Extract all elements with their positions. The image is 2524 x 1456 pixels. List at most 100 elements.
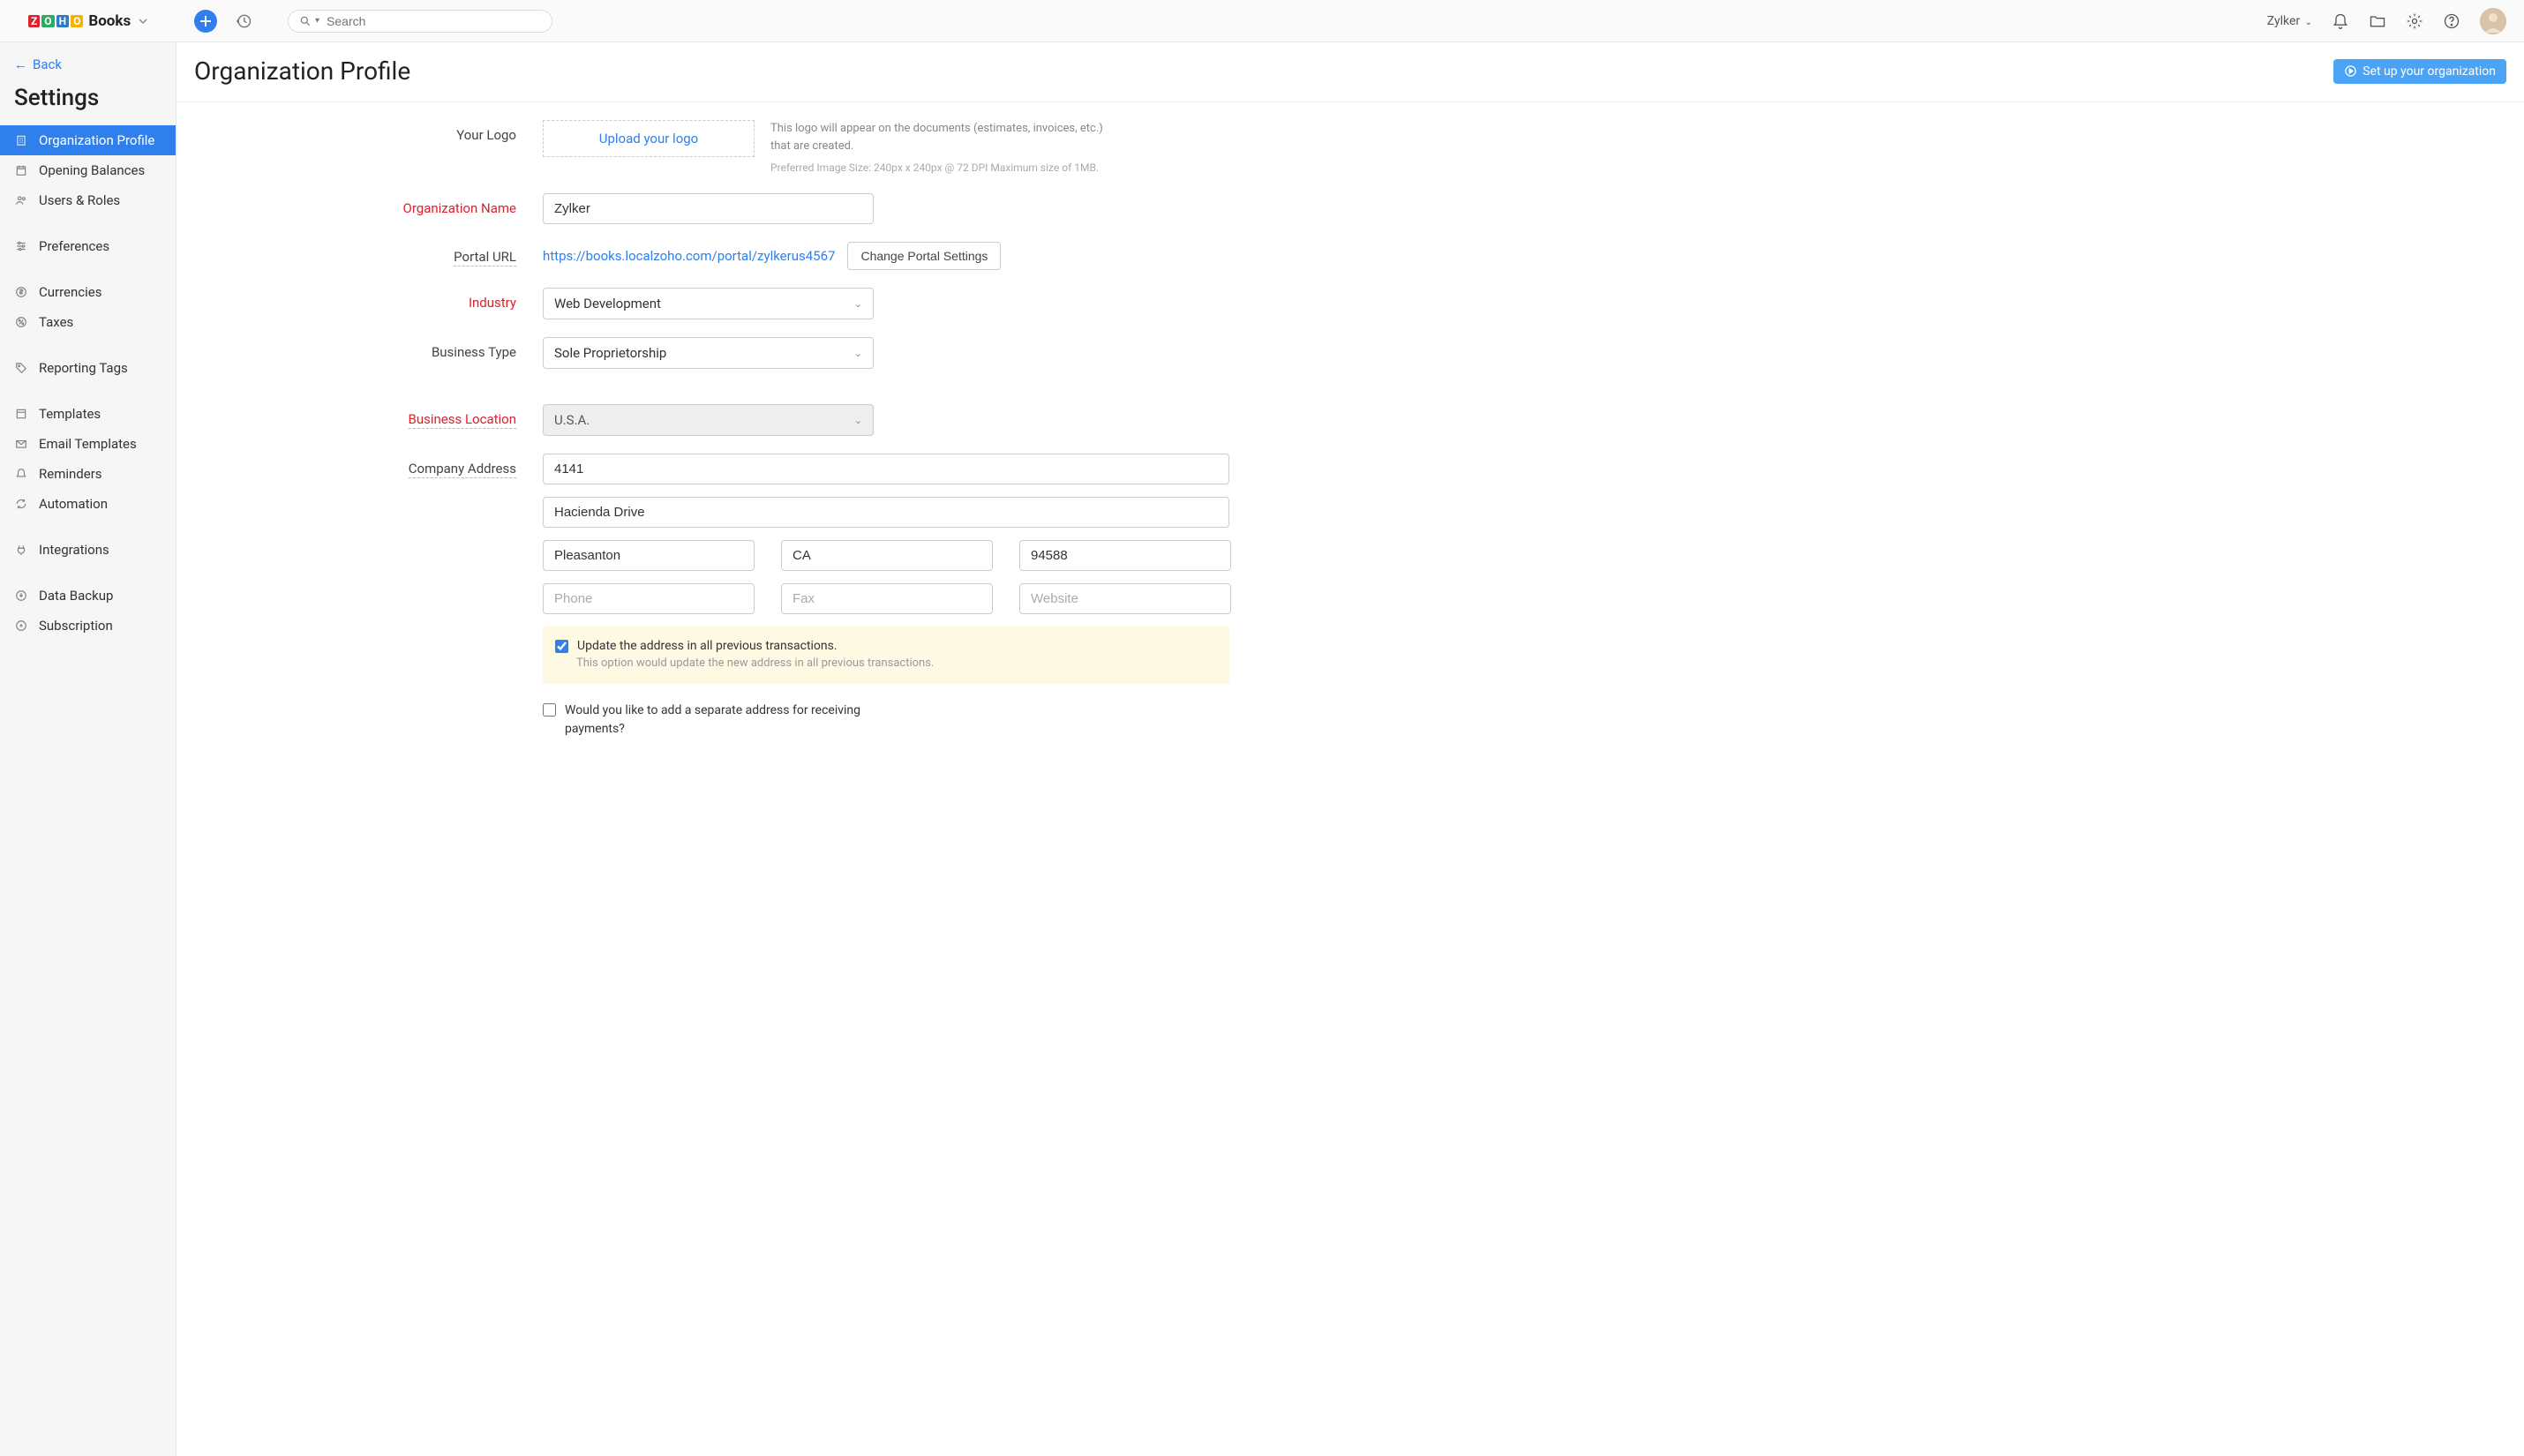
- sidebar-item-data-backup[interactable]: Data Backup: [0, 581, 176, 611]
- address-line1-input[interactable]: [543, 454, 1229, 484]
- sidebar-item-subscription[interactable]: Subscription: [0, 611, 176, 641]
- sidebar-item-users-roles[interactable]: Users & Roles: [0, 185, 176, 215]
- chevron-down-icon: ⌄: [854, 348, 862, 359]
- portal-url-link[interactable]: https://books.localzoho.com/portal/zylke…: [543, 248, 835, 264]
- sidebar-label: Opening Balances: [39, 162, 145, 178]
- bell-icon: [14, 468, 28, 480]
- brand-area[interactable]: Z O H O Books: [0, 12, 177, 30]
- brand-caret-icon[interactable]: [138, 16, 148, 26]
- industry-select[interactable]: Web Development ⌄: [543, 288, 874, 319]
- logo-h: H: [56, 15, 69, 27]
- sidebar-label: Taxes: [39, 314, 73, 330]
- search-scope-caret-icon[interactable]: ▾: [315, 16, 319, 26]
- org-profile-form: Your Logo Upload your logo This logo wil…: [177, 102, 1253, 774]
- plug-icon: [14, 544, 28, 556]
- top-header: Z O H O Books ▾ Zylker ⌄: [0, 0, 2524, 42]
- row-org-name: Organization Name: [194, 193, 1236, 224]
- sidebar-item-preferences[interactable]: Preferences: [0, 231, 176, 261]
- header-center: ▾: [177, 10, 552, 33]
- sidebar-item-reporting-tags[interactable]: Reporting Tags: [0, 353, 176, 383]
- row-portal-url: Portal URL https://books.localzoho.com/p…: [194, 242, 1236, 270]
- sidebar-label: Templates: [39, 406, 101, 422]
- zoho-books-logo[interactable]: Z O H O Books: [28, 12, 148, 30]
- sidebar-item-reminders[interactable]: Reminders: [0, 459, 176, 489]
- change-portal-settings-button[interactable]: Change Portal Settings: [847, 242, 1001, 270]
- upload-logo-button[interactable]: Upload your logo: [543, 120, 755, 157]
- header-right: Zylker ⌄: [2267, 8, 2524, 34]
- mail-icon: [14, 438, 28, 450]
- row-business-type: Business Type Sole Proprietorship ⌄: [194, 337, 1236, 369]
- refresh-icon: [14, 498, 28, 510]
- city-input[interactable]: [543, 540, 755, 571]
- quick-add-button[interactable]: [194, 10, 217, 33]
- label-company-address: Company Address: [194, 454, 543, 478]
- update-address-text: Update the address in all previous trans…: [577, 639, 838, 653]
- fax-input[interactable]: [781, 583, 993, 614]
- sidebar-item-taxes[interactable]: Taxes: [0, 307, 176, 337]
- separate-address-text: Would you like to add a separate address…: [565, 702, 918, 739]
- state-input[interactable]: [781, 540, 993, 571]
- org-name-input[interactable]: [543, 193, 874, 224]
- sidebar-label: Reporting Tags: [39, 360, 128, 376]
- notifications-icon[interactable]: [2332, 12, 2349, 30]
- setup-btn-label: Set up your organization: [2362, 64, 2496, 79]
- building-icon: [14, 134, 28, 146]
- sidebar-item-integrations[interactable]: Integrations: [0, 535, 176, 565]
- sidebar-label: Subscription: [39, 618, 113, 634]
- zip-input[interactable]: [1019, 540, 1231, 571]
- folder-icon[interactable]: [2369, 12, 2386, 30]
- sidebar-item-email-templates[interactable]: Email Templates: [0, 429, 176, 459]
- org-switcher[interactable]: Zylker ⌄: [2267, 14, 2312, 28]
- sidebar-label: Integrations: [39, 542, 109, 558]
- subscription-icon: [14, 619, 28, 632]
- chevron-down-icon: ⌄: [854, 415, 862, 426]
- website-input[interactable]: [1019, 583, 1231, 614]
- tag-icon: [14, 362, 28, 374]
- brand-text: Books: [88, 12, 131, 30]
- business-type-select[interactable]: Sole Proprietorship ⌄: [543, 337, 874, 369]
- search-input[interactable]: [327, 14, 541, 28]
- business-location-select[interactable]: U.S.A. ⌄: [543, 404, 874, 436]
- sidebar-label: Reminders: [39, 466, 102, 482]
- template-icon: [14, 408, 28, 420]
- update-address-notice: Update the address in all previous trans…: [543, 627, 1229, 684]
- search-icon: [299, 15, 312, 27]
- back-link[interactable]: ← Back: [0, 48, 176, 81]
- body: ← Back Settings Organization Profile Ope…: [0, 42, 2524, 1456]
- page-header: Organization Profile Set up your organiz…: [177, 42, 2524, 102]
- user-avatar[interactable]: [2480, 8, 2506, 34]
- help-icon[interactable]: [2443, 12, 2460, 30]
- sidebar-label: Organization Profile: [39, 132, 154, 148]
- sidebar-item-currencies[interactable]: Currencies: [0, 277, 176, 307]
- sidebar-label: Automation: [39, 496, 108, 512]
- sidebar-label: Data Backup: [39, 588, 113, 604]
- update-address-subtext: This option would update the new address…: [576, 657, 1217, 670]
- label-portal-url: Portal URL: [194, 242, 543, 266]
- sidebar-item-automation[interactable]: Automation: [0, 489, 176, 519]
- label-industry: Industry: [194, 288, 543, 311]
- search-box[interactable]: ▾: [288, 10, 552, 33]
- setup-organization-button[interactable]: Set up your organization: [2333, 59, 2506, 84]
- users-icon: [14, 194, 28, 206]
- sidebar-item-opening-balances[interactable]: Opening Balances: [0, 155, 176, 185]
- label-org-name: Organization Name: [194, 193, 543, 216]
- chevron-down-icon: ⌄: [2305, 18, 2312, 27]
- separate-address-checkbox[interactable]: [543, 703, 556, 717]
- industry-value: Web Development: [554, 296, 661, 311]
- row-business-location: Business Location U.S.A. ⌄: [194, 404, 1236, 436]
- sidebar-item-organization-profile[interactable]: Organization Profile: [0, 125, 176, 155]
- phone-input[interactable]: [543, 583, 755, 614]
- settings-gear-icon[interactable]: [2406, 12, 2423, 30]
- sidebar-item-templates[interactable]: Templates: [0, 399, 176, 429]
- download-icon: [14, 589, 28, 602]
- logo-o2: O: [71, 15, 83, 27]
- row-industry: Industry Web Development ⌄: [194, 288, 1236, 319]
- arrow-left-icon: ←: [14, 56, 27, 72]
- upload-logo-text: Upload your logo: [599, 131, 699, 146]
- history-icon[interactable]: [235, 12, 252, 30]
- sidebar-label: Currencies: [39, 284, 102, 300]
- label-logo: Your Logo: [194, 120, 543, 143]
- update-address-checkbox[interactable]: [555, 640, 568, 653]
- business-location-value: U.S.A.: [554, 412, 590, 428]
- address-line2-input[interactable]: [543, 497, 1229, 528]
